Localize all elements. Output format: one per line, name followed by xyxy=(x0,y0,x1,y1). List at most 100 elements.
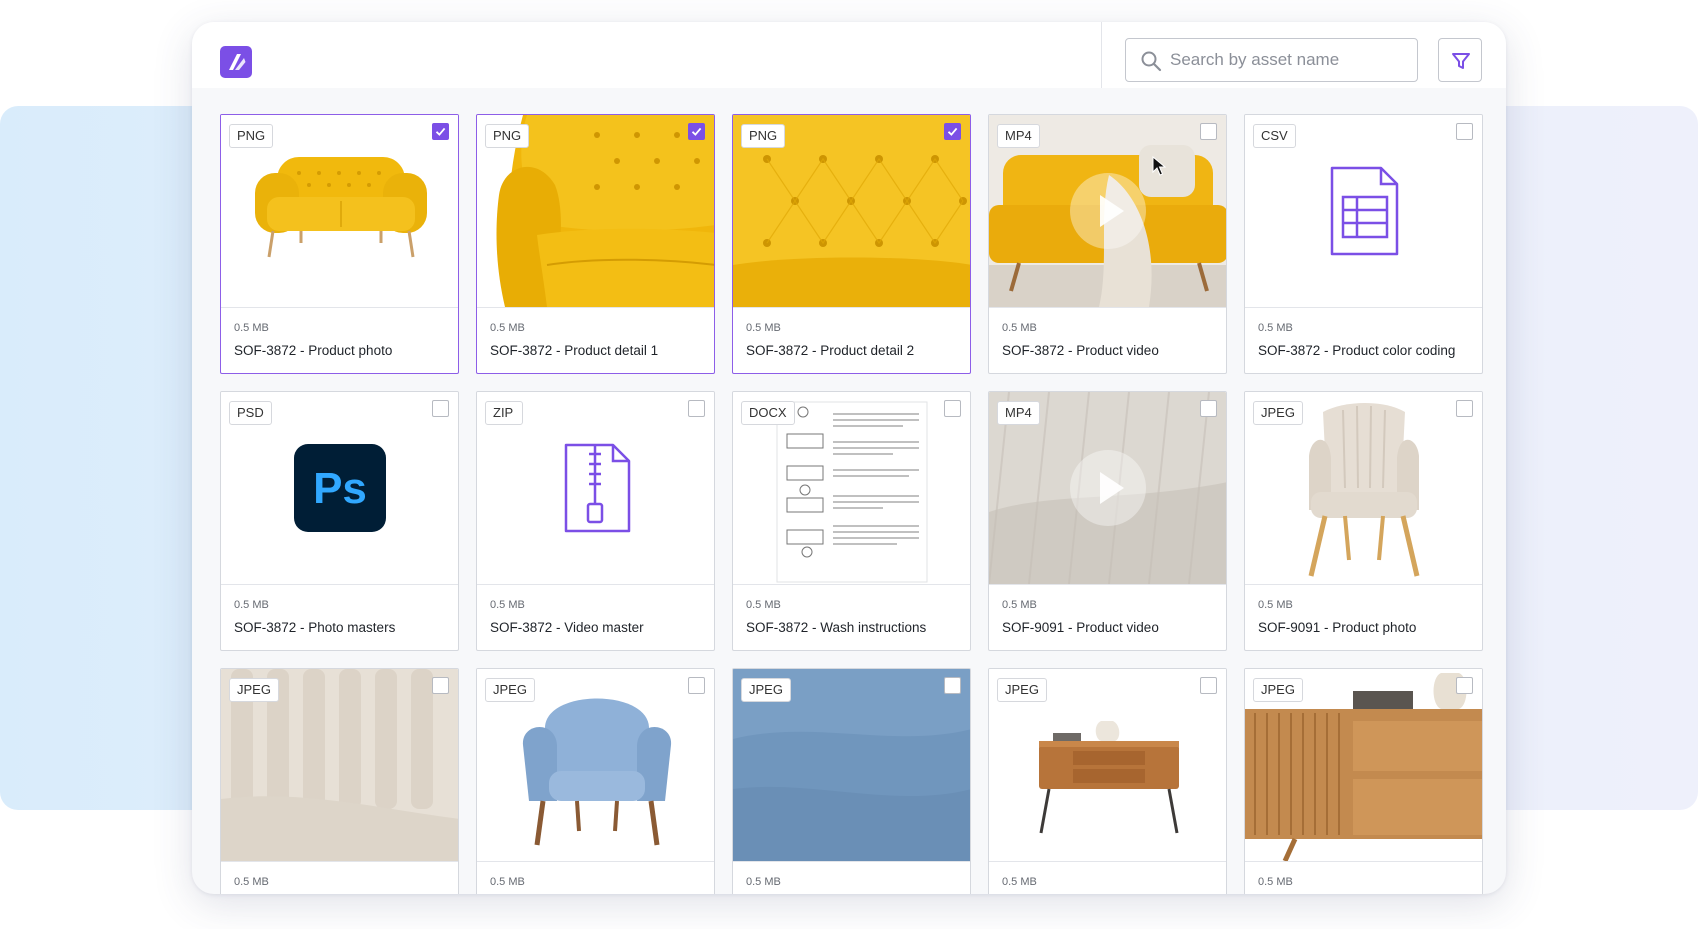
card-divider xyxy=(477,584,714,585)
filter-icon xyxy=(1452,53,1470,69)
file-size: 0.5 MB xyxy=(1002,876,1037,888)
asset-name: SOF-3872 - Photo masters xyxy=(234,620,396,635)
asset-card[interactable]: ZIP 0.5 MB SOF-3872 - Video master xyxy=(476,391,715,651)
file-type-badge: PNG xyxy=(485,124,530,148)
check-icon xyxy=(435,127,446,136)
file-type-badge: MP4 xyxy=(997,124,1040,148)
asset-name: SOF-3872 - Wash instructions xyxy=(746,620,927,635)
file-type-badge: JPEG xyxy=(1253,401,1303,425)
file-size: 0.5 MB xyxy=(490,599,525,611)
asset-card[interactable]: JPEG 0.5 MB xyxy=(988,668,1227,894)
file-size: 0.5 MB xyxy=(1258,599,1293,611)
asset-card[interactable]: PNG 0.5 MB SOF-3872 - Product detail 1 xyxy=(476,114,715,374)
asset-grid: PNG 0.5 MB SOF-3872 - Product photo PNG … xyxy=(220,114,1483,894)
asset-name: SOF-3872 - Product photo xyxy=(234,343,393,358)
card-divider xyxy=(1245,584,1482,585)
svg-text:Ps: Ps xyxy=(313,464,367,513)
asset-card[interactable]: JPEG 0.5 MB xyxy=(220,668,459,894)
select-checkbox[interactable] xyxy=(1456,400,1473,417)
select-checkbox[interactable] xyxy=(1456,677,1473,694)
file-type-badge: MP4 xyxy=(997,401,1040,425)
select-checkbox[interactable] xyxy=(688,400,705,417)
asset-card[interactable]: MP4 0.5 MB SOF-9091 - Product video xyxy=(988,391,1227,651)
file-size: 0.5 MB xyxy=(234,599,269,611)
file-size: 0.5 MB xyxy=(1002,599,1037,611)
asset-name: SOF-3872 - Product detail 1 xyxy=(490,343,659,358)
asset-name: SOF-9091 - Product video xyxy=(1002,620,1159,635)
asset-name: SOF-3872 - Video master xyxy=(490,620,644,635)
top-bar xyxy=(192,22,1506,88)
asset-card[interactable]: DOCX 0.5 MB SOF-3872 - Wash instructions xyxy=(732,391,971,651)
card-divider xyxy=(477,861,714,862)
select-checkbox[interactable] xyxy=(688,677,705,694)
card-divider xyxy=(989,861,1226,862)
filter-button[interactable] xyxy=(1438,38,1482,82)
asset-card[interactable]: JPEG 0.5 MB xyxy=(1244,668,1483,894)
file-type-badge: ZIP xyxy=(485,401,523,425)
file-type-badge: JPEG xyxy=(1253,678,1303,702)
file-size: 0.5 MB xyxy=(490,322,525,334)
search-icon xyxy=(1141,51,1162,72)
select-checkbox[interactable] xyxy=(1200,677,1217,694)
play-icon[interactable] xyxy=(1069,173,1146,249)
select-checkbox[interactable] xyxy=(1200,123,1217,140)
select-checkbox[interactable] xyxy=(688,123,705,140)
asset-name: SOF-3872 - Product color coding xyxy=(1258,343,1456,358)
mouse-cursor-icon xyxy=(1152,156,1166,176)
asset-card[interactable]: Ps PSD 0.5 MB SOF-3872 - Photo masters xyxy=(220,391,459,651)
asset-card[interactable]: CSV 0.5 MB SOF-3872 - Product color codi… xyxy=(1244,114,1483,374)
select-checkbox[interactable] xyxy=(432,677,449,694)
file-type-badge: JPEG xyxy=(229,678,279,702)
topbar-divider xyxy=(1101,22,1102,88)
file-type-badge: CSV xyxy=(1253,124,1296,148)
check-icon xyxy=(947,127,958,136)
card-divider xyxy=(221,584,458,585)
check-icon xyxy=(691,127,702,136)
card-divider xyxy=(221,307,458,308)
file-size: 0.5 MB xyxy=(234,876,269,888)
asset-name: SOF-3872 - Product video xyxy=(1002,343,1159,358)
select-checkbox[interactable] xyxy=(1200,400,1217,417)
select-checkbox[interactable] xyxy=(1456,123,1473,140)
select-checkbox[interactable] xyxy=(944,677,961,694)
file-size: 0.5 MB xyxy=(234,322,269,334)
file-type-badge: JPEG xyxy=(997,678,1047,702)
card-divider xyxy=(733,584,970,585)
app-logo-icon[interactable] xyxy=(220,46,252,78)
file-size: 0.5 MB xyxy=(746,876,781,888)
asset-card[interactable]: JPEG 0.5 MB xyxy=(732,668,971,894)
select-checkbox[interactable] xyxy=(944,400,961,417)
card-divider xyxy=(221,861,458,862)
card-divider xyxy=(1245,307,1482,308)
asset-card[interactable]: JPEG 0.5 MB SOF-9091 - Product photo xyxy=(1244,391,1483,651)
asset-name: SOF-9091 - Product photo xyxy=(1258,620,1417,635)
card-divider xyxy=(733,861,970,862)
search-box[interactable] xyxy=(1125,38,1418,82)
card-divider xyxy=(989,584,1226,585)
file-type-badge: JPEG xyxy=(741,678,791,702)
asset-name: SOF-3872 - Product detail 2 xyxy=(746,343,915,358)
file-size: 0.5 MB xyxy=(1002,322,1037,334)
file-type-badge: PSD xyxy=(229,401,272,425)
file-size: 0.5 MB xyxy=(1258,876,1293,888)
card-divider xyxy=(477,307,714,308)
file-size: 0.5 MB xyxy=(746,322,781,334)
search-input[interactable] xyxy=(1170,45,1406,75)
play-icon[interactable] xyxy=(1069,450,1146,526)
select-checkbox[interactable] xyxy=(432,400,449,417)
select-checkbox[interactable] xyxy=(432,123,449,140)
asset-card[interactable]: JPEG 0.5 MB xyxy=(476,668,715,894)
file-type-badge: PNG xyxy=(229,124,274,148)
asset-manager-window: PNG 0.5 MB SOF-3872 - Product photo xyxy=(192,22,1506,894)
file-size: 0.5 MB xyxy=(746,599,781,611)
card-divider xyxy=(733,307,970,308)
asset-card[interactable]: MP4 0.5 MB SOF-3872 - Product video xyxy=(988,114,1227,374)
asset-card[interactable]: PNG 0.5 MB SOF-3872 - Product photo xyxy=(220,114,459,374)
card-divider xyxy=(1245,861,1482,862)
asset-card[interactable]: PNG 0.5 MB SOF-3872 - Product detail 2 xyxy=(732,114,971,374)
file-size: 0.5 MB xyxy=(490,876,525,888)
file-type-badge: JPEG xyxy=(485,678,535,702)
file-type-badge: DOCX xyxy=(741,401,795,425)
file-type-badge: PNG xyxy=(741,124,786,148)
select-checkbox[interactable] xyxy=(944,123,961,140)
